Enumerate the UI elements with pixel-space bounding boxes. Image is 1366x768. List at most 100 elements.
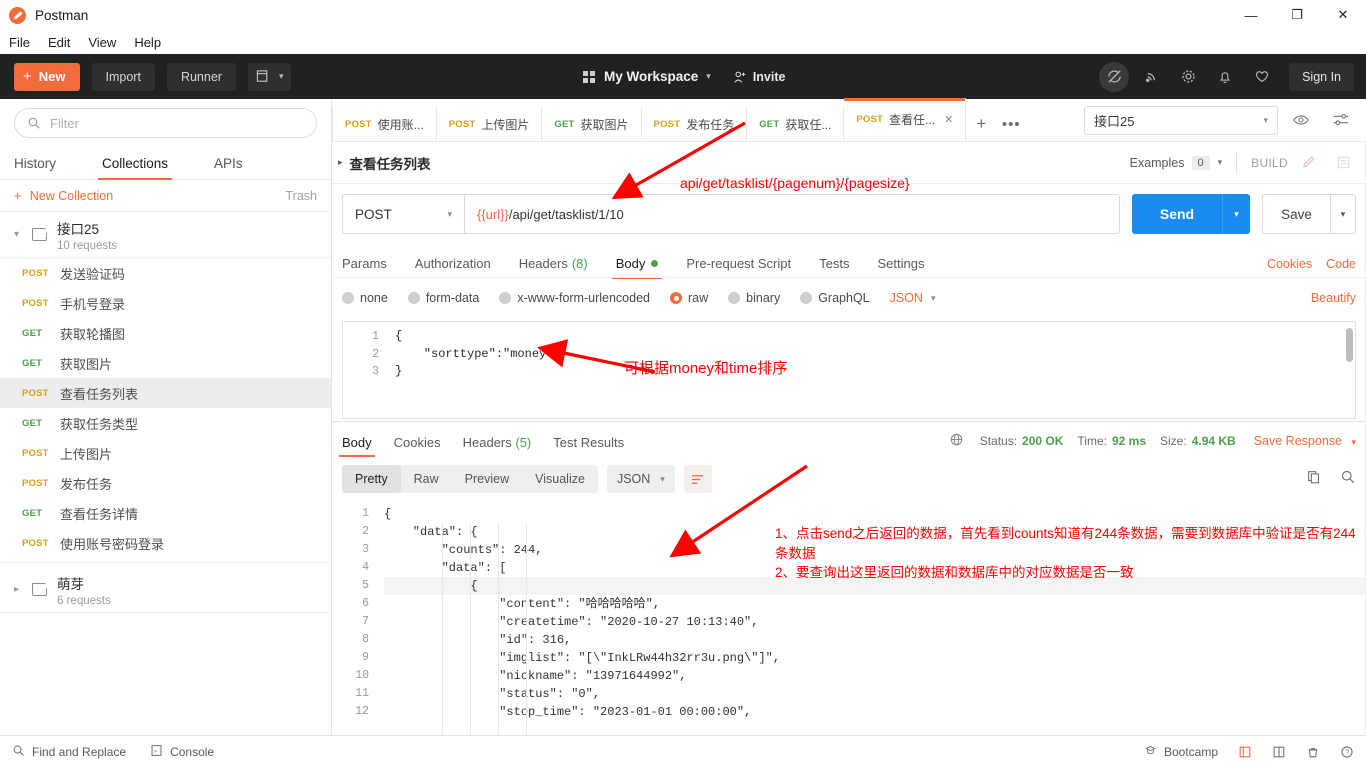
search-input[interactable]: Filter xyxy=(14,108,317,138)
tab-collections[interactable]: Collections xyxy=(98,156,173,180)
list-item[interactable]: POST 手机号登录 xyxy=(0,288,331,318)
tab-test-results[interactable]: Test Results xyxy=(553,435,624,456)
body-type-none[interactable]: none xyxy=(342,291,388,305)
layout-split-icon[interactable] xyxy=(1272,745,1286,759)
view-mode-raw[interactable]: Raw xyxy=(401,465,452,493)
build-label[interactable]: BUILD xyxy=(1251,156,1288,170)
cookies-link[interactable]: Cookies xyxy=(1267,257,1312,271)
tab-pre-request-script[interactable]: Pre-request Script xyxy=(686,256,791,278)
tab-authorization[interactable]: Authorization xyxy=(415,256,491,278)
chevron-down-icon[interactable]: ▾ xyxy=(14,229,28,240)
add-tab-button[interactable]: + xyxy=(966,107,996,141)
tab-settings[interactable]: Settings xyxy=(877,256,924,278)
request-body-editor[interactable]: 1 2 3 { "sorttype":"money" } xyxy=(342,321,1356,419)
find-and-replace-button[interactable]: Find and Replace xyxy=(12,744,126,760)
tab-params[interactable]: Params xyxy=(342,256,387,278)
response-format-select[interactable]: JSON ▾ xyxy=(606,465,675,493)
tab-response-headers[interactable]: Headers (5) xyxy=(463,435,532,456)
list-item[interactable]: POST 上传图片 xyxy=(0,438,331,468)
save-response-button[interactable]: Save Response ▾ xyxy=(1254,434,1356,448)
sync-off-icon[interactable] xyxy=(1099,61,1130,92)
runner-button[interactable]: Runner xyxy=(166,62,236,91)
chevron-down-icon[interactable]: ▾ xyxy=(1218,157,1223,168)
body-type-urlencoded[interactable]: x-www-form-urlencoded xyxy=(499,291,650,305)
send-button[interactable]: Send xyxy=(1132,194,1222,234)
view-mode-visualize[interactable]: Visualize xyxy=(522,465,598,493)
satellite-icon[interactable] xyxy=(1136,62,1166,92)
eye-icon[interactable] xyxy=(1284,106,1318,135)
tab-body[interactable]: Body xyxy=(611,256,662,279)
menu-item-help[interactable]: Help xyxy=(134,34,170,51)
new-button[interactable]: + New xyxy=(14,62,80,91)
environment-select[interactable]: 接口25 ▾ xyxy=(1084,105,1278,135)
list-item[interactable]: GET 查看任务详情 xyxy=(0,498,331,528)
send-options-button[interactable]: ▾ xyxy=(1222,194,1250,234)
console-button[interactable]: > Console xyxy=(150,744,214,760)
gear-icon[interactable] xyxy=(1173,62,1203,92)
layout-sidebar-icon[interactable] xyxy=(1238,745,1252,759)
bootcamp-button[interactable]: Bootcamp xyxy=(1144,744,1218,760)
list-item[interactable]: POST 发送验证码 xyxy=(0,258,331,288)
help-icon[interactable]: ? xyxy=(1340,745,1354,759)
body-type-graphql[interactable]: GraphQL xyxy=(800,291,870,305)
new-collection-button[interactable]: + New Collection xyxy=(14,189,113,203)
tab-history[interactable]: History xyxy=(14,156,56,179)
import-button[interactable]: Import xyxy=(91,62,155,91)
url-input[interactable]: {{url}}/api/get/tasklist/1/10 xyxy=(464,194,1120,234)
view-mode-preview[interactable]: Preview xyxy=(452,465,522,493)
bell-icon[interactable] xyxy=(1210,62,1240,92)
chevron-right-icon[interactable]: ▸ xyxy=(14,584,28,595)
method-select[interactable]: POST ▾ xyxy=(342,194,464,234)
list-item-selected[interactable]: POST 查看任务列表 xyxy=(0,378,331,408)
documentation-icon[interactable] xyxy=(1330,151,1356,175)
beautify-button[interactable]: Beautify xyxy=(1311,291,1356,305)
collection-row[interactable]: ▸ 萌芽 6 requests xyxy=(0,567,331,613)
body-type-form-data[interactable]: form-data xyxy=(407,291,479,305)
menu-item-edit[interactable]: Edit xyxy=(48,34,79,51)
request-body-code[interactable]: { "sorttype":"money" } xyxy=(387,322,553,381)
heart-icon[interactable] xyxy=(1247,62,1277,92)
request-tab-active[interactable]: POST 查看任... ✕ xyxy=(844,98,967,141)
menu-item-view[interactable]: View xyxy=(88,34,125,51)
sliders-icon[interactable] xyxy=(1324,106,1358,135)
search-icon[interactable] xyxy=(1340,469,1356,489)
close-icon[interactable]: ✕ xyxy=(944,113,953,126)
examples-label[interactable]: Examples xyxy=(1130,156,1185,170)
signin-button[interactable]: Sign In xyxy=(1289,62,1354,91)
workspace-selector[interactable]: My Workspace ▾ xyxy=(583,69,711,84)
request-tab[interactable]: GET 获取任... xyxy=(747,107,845,141)
copy-icon[interactable] xyxy=(1306,469,1322,489)
request-tab[interactable]: POST 上传图片 xyxy=(436,107,543,141)
list-item[interactable]: GET 获取任务类型 xyxy=(0,408,331,438)
close-button[interactable]: ✕ xyxy=(1320,0,1366,31)
tab-response-body[interactable]: Body xyxy=(339,435,375,457)
scrollbar-thumb[interactable] xyxy=(1346,328,1353,362)
chevron-right-icon[interactable]: ▸ xyxy=(338,157,343,168)
save-button[interactable]: Save xyxy=(1262,194,1330,234)
invite-button[interactable]: Invite xyxy=(733,70,785,84)
new-window-button[interactable]: ▾ xyxy=(247,62,292,91)
request-editor-scrollbar[interactable] xyxy=(1344,326,1353,414)
list-item[interactable]: GET 获取轮播图 xyxy=(0,318,331,348)
body-type-binary[interactable]: binary xyxy=(728,291,780,305)
tab-apis[interactable]: APIs xyxy=(214,156,243,179)
body-type-raw[interactable]: raw xyxy=(670,291,708,305)
trash-link[interactable]: Trash xyxy=(286,189,318,203)
menu-item-file[interactable]: File xyxy=(9,34,39,51)
list-item[interactable]: POST 使用账号密码登录 xyxy=(0,528,331,558)
list-item[interactable]: POST 发布任务 xyxy=(0,468,331,498)
maximize-button[interactable]: ❐ xyxy=(1274,0,1320,31)
minimize-button[interactable]: — xyxy=(1228,0,1274,31)
collection-row[interactable]: ▾ 接口25 10 requests xyxy=(0,212,331,258)
request-tab[interactable]: POST 使用账... xyxy=(332,107,437,141)
tab-response-cookies[interactable]: Cookies xyxy=(394,435,441,456)
tab-overflow-button[interactable]: ••• xyxy=(996,107,1026,141)
list-item[interactable]: GET 获取图片 xyxy=(0,348,331,378)
trash-icon[interactable] xyxy=(1306,745,1320,759)
view-mode-pretty[interactable]: Pretty xyxy=(342,465,401,493)
tab-tests[interactable]: Tests xyxy=(819,256,849,278)
code-link[interactable]: Code xyxy=(1326,257,1356,271)
body-format-select[interactable]: JSON ▾ xyxy=(890,291,936,305)
edit-pencil-icon[interactable] xyxy=(1296,151,1322,175)
save-options-button[interactable]: ▾ xyxy=(1330,194,1356,234)
